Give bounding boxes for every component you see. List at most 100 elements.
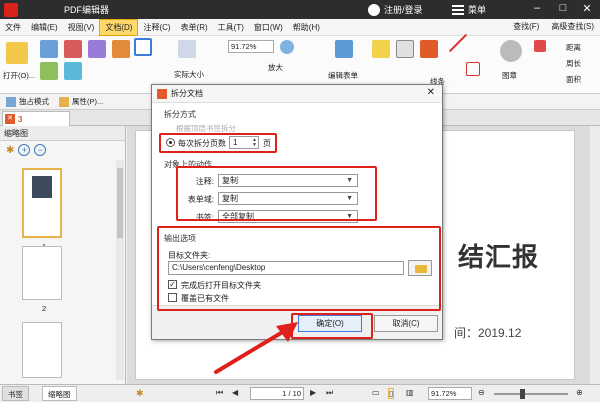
menu-file[interactable]: 文件 xyxy=(0,20,26,35)
perimeter-label[interactable]: 周长 xyxy=(566,58,581,69)
gear-icon[interactable]: ✱ xyxy=(6,145,14,156)
distance-label[interactable]: 距离 xyxy=(566,42,581,53)
tab-number: 3 xyxy=(18,114,23,124)
edit-form-icon[interactable] xyxy=(335,40,353,58)
app-title: PDF编辑器 xyxy=(64,5,110,15)
close-window-icon[interactable]: ✕ xyxy=(580,2,594,15)
annotation-arrow-icon xyxy=(214,322,298,374)
zoom-slider[interactable] xyxy=(494,393,568,395)
advanced-find-button[interactable]: 高级查找(S) xyxy=(551,21,594,32)
dialog-titlebar: 拆分文档 ✕ xyxy=(152,85,442,103)
menu-form[interactable]: 表单(R) xyxy=(176,20,213,35)
last-page-icon[interactable]: ⏭ xyxy=(326,388,333,398)
menu-comment[interactable]: 注释(C) xyxy=(138,20,175,35)
next-page-icon[interactable]: ▶ xyxy=(310,388,316,397)
single-page-icon[interactable]: ▭ xyxy=(372,388,380,397)
exclusive-mode-button[interactable]: 独占模式 xyxy=(19,96,49,107)
zoom-in-label[interactable]: 放大 xyxy=(268,62,283,73)
page-current: 1 xyxy=(282,389,287,398)
dialog-close-icon[interactable]: ✕ xyxy=(427,87,435,98)
highlight-ok-button xyxy=(291,313,373,339)
panel-scrollbar[interactable] xyxy=(116,160,124,380)
print-icon[interactable] xyxy=(40,62,58,80)
find-button[interactable]: 查找(F) xyxy=(513,21,539,32)
zoom-out-icon[interactable]: ⊖ xyxy=(478,388,485,397)
eraser-icon[interactable] xyxy=(534,40,546,52)
thumbnail-page-3[interactable] xyxy=(22,322,62,378)
highlight-icon[interactable] xyxy=(420,40,438,58)
user-icon xyxy=(368,3,380,16)
textbox-icon[interactable] xyxy=(396,40,414,58)
zoom-in-thumb-icon[interactable]: + xyxy=(18,144,31,156)
status-bar: 书签 缩略图 ✱ ⏮ ◀ 1 / 10 ▶ ⏭ ▭ ▯ ▥ 91.72% ⊖ ⊕ xyxy=(0,384,600,402)
tab-document[interactable]: ✕ 3 xyxy=(2,111,70,126)
login-label: 注册/登录 xyxy=(384,5,423,15)
select-icon[interactable] xyxy=(88,40,106,58)
section-split-method: 拆分方式 xyxy=(164,110,196,119)
properties-button[interactable]: 属性(P)... xyxy=(72,96,103,107)
text-tool-icon[interactable] xyxy=(372,40,390,58)
zoom-slider-knob[interactable] xyxy=(520,389,525,399)
thumbnail-page-2[interactable] xyxy=(22,246,62,300)
document-scrollbar[interactable] xyxy=(590,126,600,384)
menu-document[interactable]: 文档(D) xyxy=(99,18,139,36)
stamp-icon[interactable] xyxy=(500,40,522,62)
edit-form-label[interactable]: 编辑表单 xyxy=(328,70,358,81)
rectangle-icon[interactable] xyxy=(466,62,480,76)
highlight-object-actions xyxy=(176,166,377,221)
close-icon[interactable]: ✕ xyxy=(5,114,15,124)
thumbnail-panel: 缩略图 ✱ + − 1 2 xyxy=(0,126,126,384)
zoom-level-select[interactable]: 91.72% xyxy=(428,387,472,400)
zoom-select[interactable]: 91.72% xyxy=(228,40,274,53)
tab-bookmarks[interactable]: 书签 xyxy=(2,386,29,401)
page-heading-text: 结汇报 xyxy=(458,243,540,273)
line-icon[interactable] xyxy=(448,33,468,53)
login-button[interactable]: 注册/登录 xyxy=(368,3,423,16)
undo-icon[interactable] xyxy=(64,40,82,58)
actual-size-icon[interactable] xyxy=(178,40,196,58)
menu-edit[interactable]: 编辑(E) xyxy=(26,20,63,35)
title-bar: PDF编辑器 注册/登录 菜单 – □ ✕ xyxy=(0,0,600,19)
menu-window[interactable]: 窗口(W) xyxy=(249,20,288,35)
continuous-page-icon[interactable]: ▯ xyxy=(388,388,395,399)
tab-thumbnails[interactable]: 缩略图 xyxy=(42,386,77,401)
save-icon[interactable] xyxy=(40,40,58,58)
first-page-icon[interactable]: ⏮ xyxy=(216,388,223,398)
page-date-text: 间：2019.12 xyxy=(454,326,522,340)
menu-tools[interactable]: 工具(T) xyxy=(213,20,249,35)
minimize-icon[interactable]: – xyxy=(530,2,544,14)
cancel-button[interactable]: 取消(C) xyxy=(374,315,438,332)
hand-tool-icon[interactable] xyxy=(134,38,152,56)
zoom-in-icon[interactable] xyxy=(280,40,294,54)
open-folder-icon[interactable] xyxy=(6,42,28,64)
scroll-thumb[interactable] xyxy=(117,168,123,238)
zoom-out-thumb-icon[interactable]: − xyxy=(34,144,47,156)
area-label[interactable]: 面积 xyxy=(566,74,581,85)
open-label[interactable]: 打开(O)... xyxy=(3,70,35,81)
page-total: / 10 xyxy=(288,389,301,398)
exclusive-mode-icon xyxy=(6,96,16,107)
dialog-title: 拆分文档 xyxy=(171,89,203,98)
menu-bar: 文件 编辑(E) 视图(V) 文档(D) 注释(C) 表单(R) 工具(T) 窗… xyxy=(0,18,600,36)
menu-help[interactable]: 帮助(H) xyxy=(288,20,325,35)
main-menu-label: 菜单 xyxy=(468,5,487,15)
settings-icon[interactable]: ✱ xyxy=(136,388,144,399)
facing-page-icon[interactable]: ▥ xyxy=(406,388,414,397)
maximize-icon[interactable]: □ xyxy=(556,2,570,14)
stamp-label[interactable]: 图章 xyxy=(502,70,517,81)
prev-page-icon[interactable]: ◀ xyxy=(232,388,238,397)
thumbnail-page-1[interactable] xyxy=(22,168,62,238)
thumb-graphic xyxy=(32,176,52,198)
menu-view[interactable]: 视图(V) xyxy=(63,20,100,35)
highlight-split-pages xyxy=(159,133,277,153)
snapshot-icon[interactable] xyxy=(112,40,130,58)
highlight-output-options xyxy=(157,226,441,311)
page-input[interactable]: 1 / 10 xyxy=(250,387,304,400)
actual-size-label[interactable]: 实际大小 xyxy=(174,69,204,80)
properties-icon xyxy=(59,96,69,107)
redo-icon[interactable] xyxy=(64,62,82,80)
panel-title: 缩略图 xyxy=(0,126,125,141)
main-menu-button[interactable]: 菜单 xyxy=(452,3,486,16)
hamburger-icon xyxy=(452,4,464,15)
zoom-in-bottom-icon[interactable]: ⊕ xyxy=(576,388,583,397)
